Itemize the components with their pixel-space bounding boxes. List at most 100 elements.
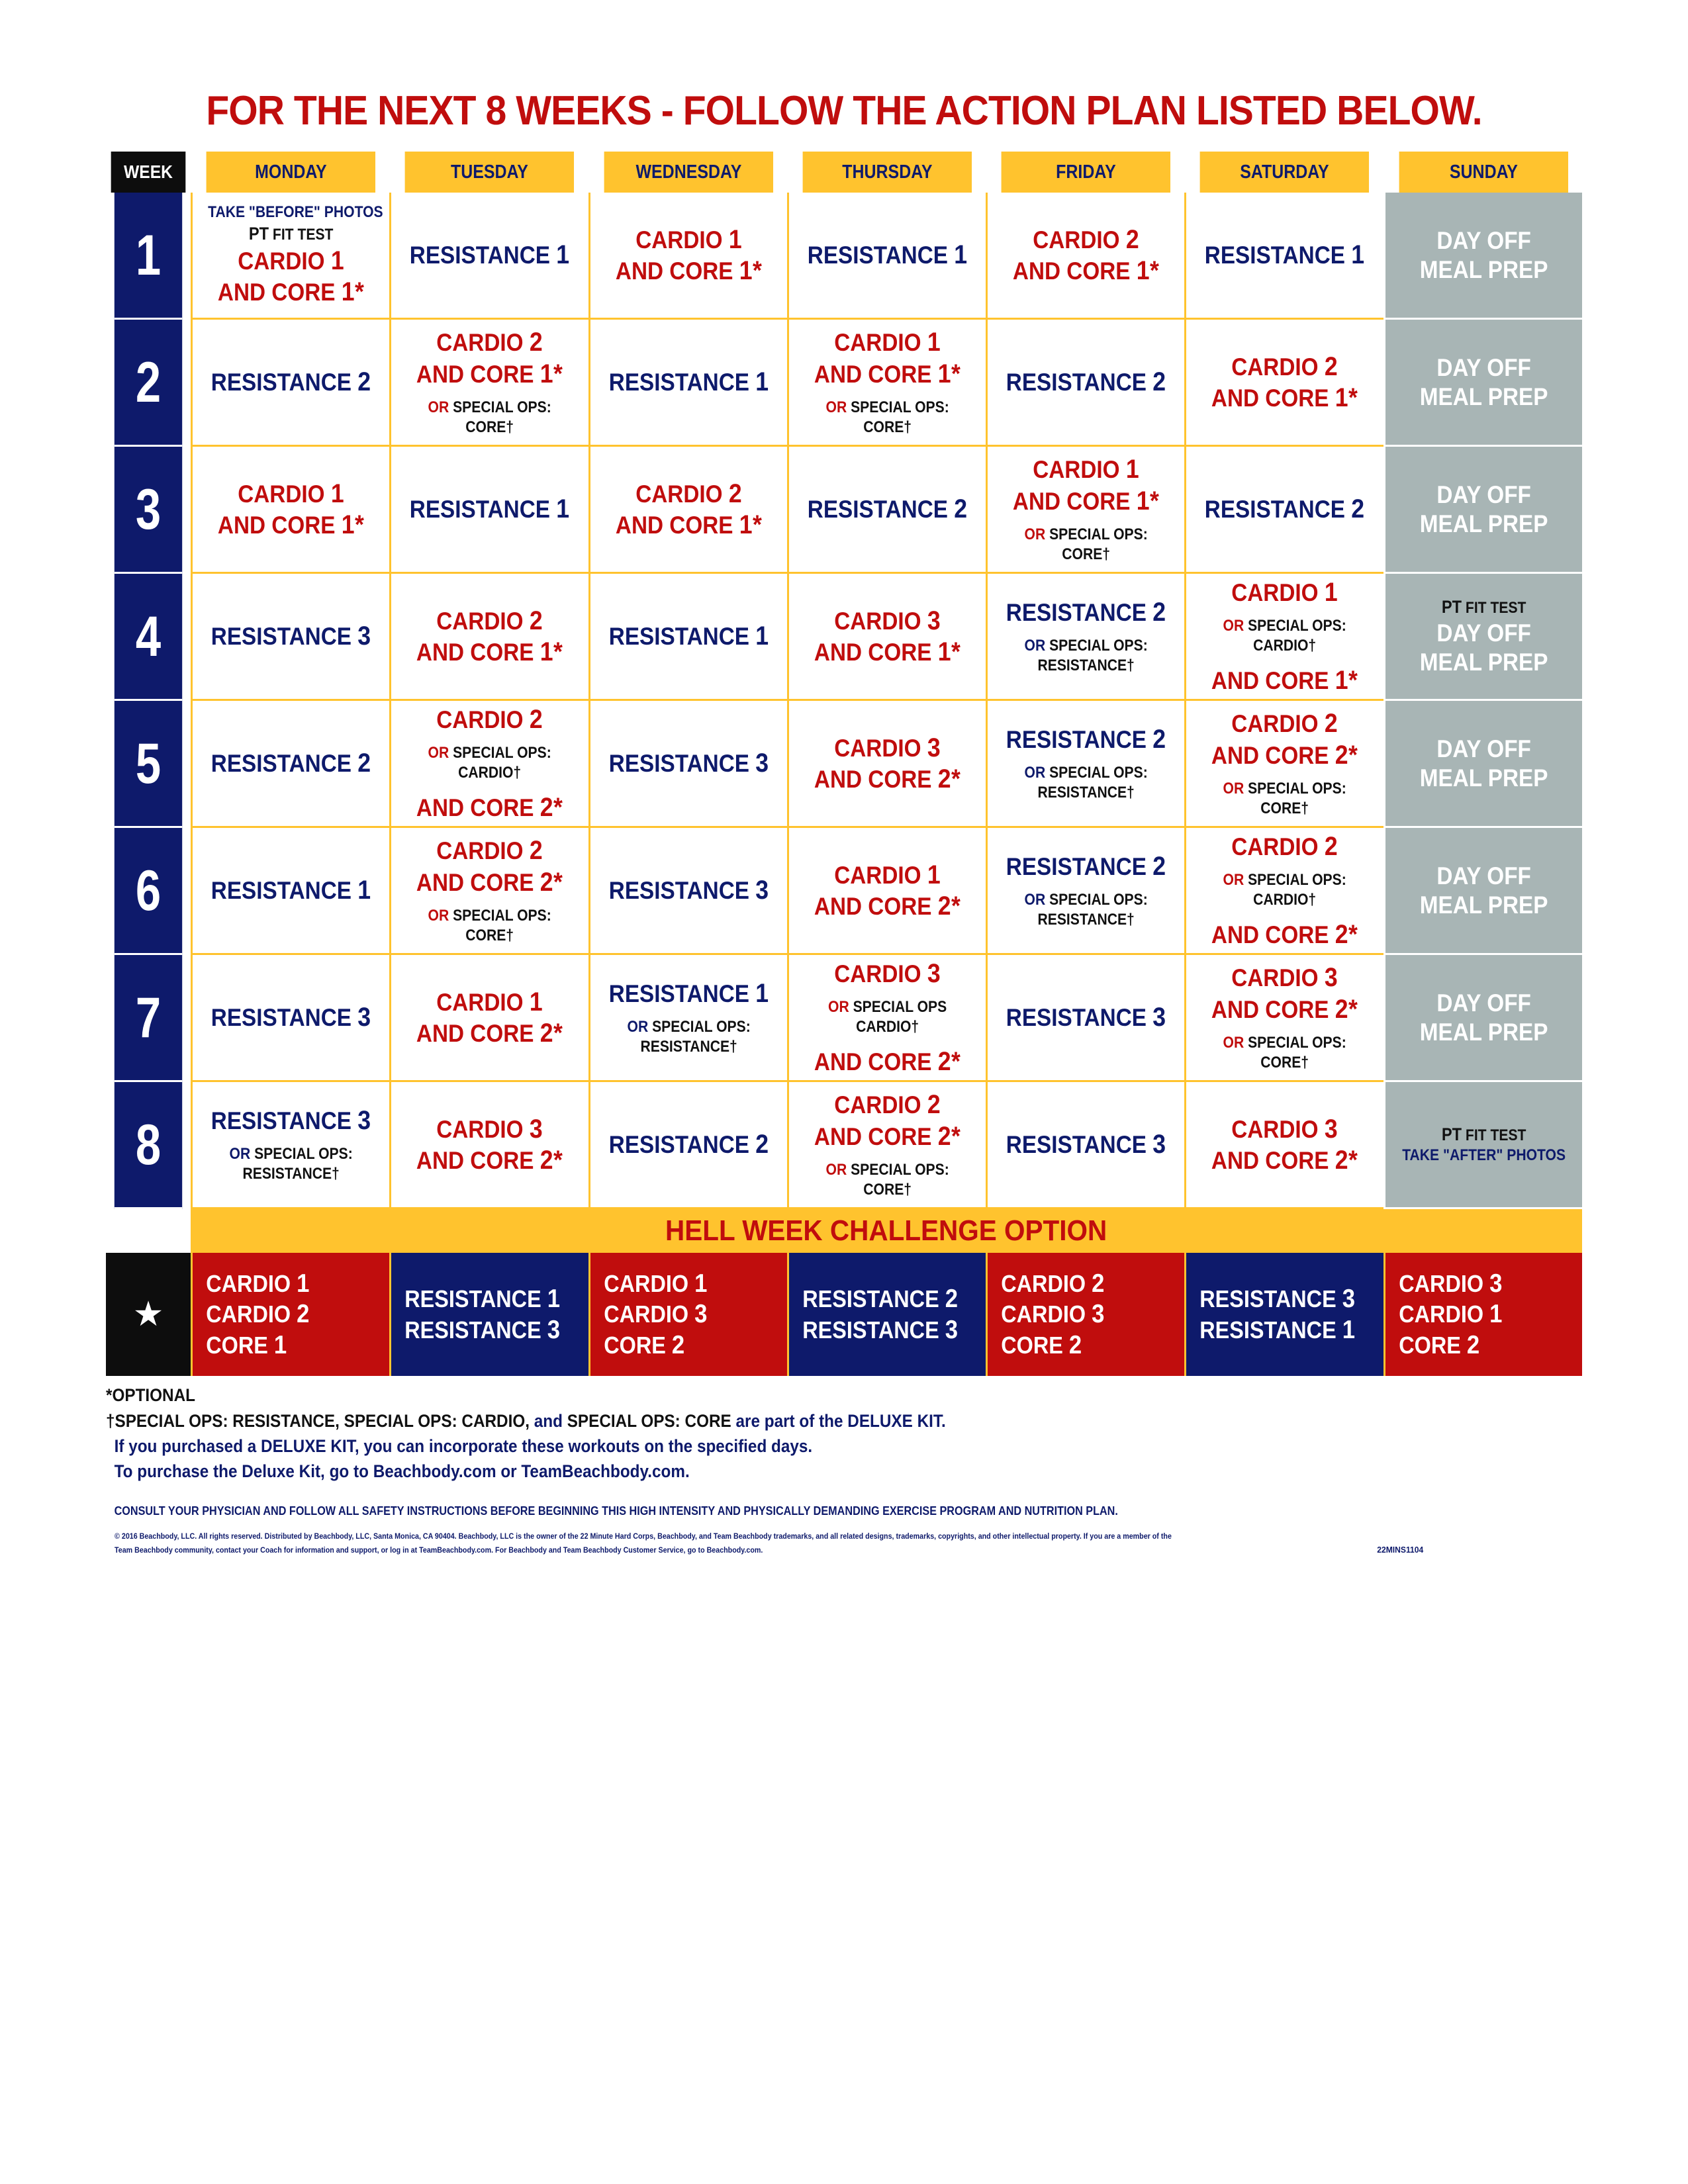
special-ops-label: SPECIAL OPS: — [449, 906, 552, 925]
cell-line: CARDIO† — [855, 1018, 919, 1036]
cell-week6-saturday[interactable]: CARDIO 2 OR SPECIAL OPS: CARDIO† AND CORE 2… — [1184, 828, 1383, 955]
cell-week1-thursday[interactable]: RESISTANCE 1 — [786, 193, 986, 320]
workout-number: 2 — [357, 749, 371, 778]
cell-week7-friday[interactable]: RESISTANCE 3 — [986, 955, 1185, 1082]
cell-week1-monday[interactable]: TAKE "BEFORE" PHOTOS PT FIT TEST CARDIO 1A… — [191, 193, 390, 320]
cell-week7-thursday[interactable]: CARDIO 3 OR SPECIAL OPS CARDIO† AND CORE 2* — [786, 955, 986, 1082]
cell-week5-sunday[interactable]: DAY OFF MEAL PREP — [1383, 701, 1582, 828]
workout-number: 1 — [694, 1269, 708, 1298]
workout-name: AND CORE — [217, 278, 342, 306]
hell-week-cell-thursday[interactable]: RESISTANCE 2 RESISTANCE 3 — [786, 1253, 986, 1376]
workout-number: 3 — [1092, 1300, 1105, 1329]
cell-week7-tuesday[interactable]: CARDIO 1 AND CORE 2* — [389, 955, 588, 1082]
cell-week4-saturday[interactable]: CARDIO 1 OR SPECIAL OPS: CARDIO† AND CORE 1… — [1184, 574, 1383, 701]
cell-week6-sunday[interactable]: DAY OFF MEAL PREP — [1383, 828, 1582, 955]
cell-week5-friday[interactable]: RESISTANCE 2 OR SPECIAL OPS: RESISTANCE† — [986, 701, 1185, 828]
workout-name: RESISTANCE — [608, 750, 755, 778]
cell-week3-friday[interactable]: CARDIO 1 AND CORE 1* OR SPECIAL OPS: CORE† — [986, 447, 1185, 574]
cell-week8-wednesday[interactable]: RESISTANCE 2 — [588, 1082, 787, 1209]
cell-week1-saturday[interactable]: RESISTANCE 1 — [1184, 193, 1383, 320]
hell-week-cell-saturday[interactable]: RESISTANCE 3 RESISTANCE 1 — [1184, 1253, 1383, 1376]
cell-week8-saturday[interactable]: CARDIO 3 AND CORE 2* — [1184, 1082, 1383, 1209]
cell-week7-sunday[interactable]: DAY OFF MEAL PREP — [1383, 955, 1582, 1082]
week-number-8: 8 — [114, 1082, 183, 1209]
cell-week5-thursday[interactable]: CARDIO 3 AND CORE 2* — [786, 701, 986, 828]
cell-week7-saturday[interactable]: CARDIO 3 AND CORE 2* OR SPECIAL OPS: CORE† — [1184, 955, 1383, 1082]
cell-week4-friday[interactable]: RESISTANCE 2 OR SPECIAL OPS: RESISTANCE† — [986, 574, 1185, 701]
cell-week2-friday[interactable]: RESISTANCE 2 — [986, 320, 1185, 447]
cell-week6-friday[interactable]: RESISTANCE 2 OR SPECIAL OPS: RESISTANCE† — [986, 828, 1185, 955]
workout-number: 1 — [1342, 1315, 1356, 1344]
cell-line: RESISTANCE 2 — [802, 494, 972, 523]
cell-week6-thursday[interactable]: CARDIO 1 AND CORE 2* — [786, 828, 986, 955]
cell-line: AND CORE 2* — [802, 1122, 972, 1151]
cell-week3-wednesday[interactable]: CARDIO 2 AND CORE 1* — [588, 447, 787, 574]
cell-week6-tuesday[interactable]: CARDIO 2 AND CORE 2* OR SPECIAL OPS: CORE† — [389, 828, 588, 955]
special-ops-label: SPECIAL OPS — [849, 998, 947, 1017]
cell-week2-sunday[interactable]: DAY OFF MEAL PREP — [1383, 320, 1582, 447]
hell-week-cell-wednesday[interactable]: CARDIO 1 CARDIO 3 CORE 2 — [588, 1253, 787, 1376]
fit-test-label: FIT TEST — [1461, 1126, 1526, 1145]
cell-week1-sunday[interactable]: DAY OFF MEAL PREP — [1383, 193, 1582, 320]
footnote-purchase: To purchase the Deluxe Kit, go to Beachb… — [114, 1461, 690, 1481]
cell-week4-sunday[interactable]: PT FIT TEST DAY OFF MEAL PREP — [1383, 574, 1582, 701]
cell-week3-tuesday[interactable]: RESISTANCE 1 — [389, 447, 588, 574]
workout-name: CARDIO — [1231, 710, 1325, 738]
cell-line: PT FIT TEST — [208, 224, 374, 244]
cell-week7-monday[interactable]: RESISTANCE 3 — [191, 955, 390, 1082]
cell-week4-monday[interactable]: RESISTANCE 3 — [191, 574, 390, 701]
workout-name: AND CORE — [814, 639, 938, 666]
hell-week-cell-tuesday[interactable]: RESISTANCE 1 RESISTANCE 3 — [389, 1253, 588, 1376]
hell-week-cell-sunday[interactable]: CARDIO 3 CARDIO 1 CORE 2 — [1383, 1253, 1582, 1376]
workout-name: CARDIO — [603, 1270, 694, 1298]
cell-week1-friday[interactable]: CARDIO 2 AND CORE 1* — [986, 193, 1185, 320]
workout-name: AND CORE — [416, 639, 541, 666]
cell-week4-thursday[interactable]: CARDIO 3 AND CORE 1* — [786, 574, 986, 701]
cell-week8-tuesday[interactable]: CARDIO 3 AND CORE 2* — [389, 1082, 588, 1209]
cell-week8-thursday[interactable]: CARDIO 2 AND CORE 2* OR SPECIAL OPS: CORE† — [786, 1082, 986, 1209]
cell-week8-monday[interactable]: RESISTANCE 3 OR SPECIAL OPS: RESISTANCE† — [191, 1082, 390, 1209]
or-keyword: OR — [1024, 525, 1046, 543]
workout-number: 2 — [1152, 851, 1166, 881]
cell-week2-tuesday[interactable]: CARDIO 2 AND CORE 1* OR SPECIAL OPS: CORE† — [389, 320, 588, 447]
cell-line: MEAL PREP — [1419, 764, 1548, 792]
cell-week3-saturday[interactable]: RESISTANCE 2 — [1184, 447, 1383, 574]
cell-week3-thursday[interactable]: RESISTANCE 2 — [786, 447, 986, 574]
cell-week4-tuesday[interactable]: CARDIO 2 AND CORE 1* — [389, 574, 588, 701]
cell-week5-saturday[interactable]: CARDIO 2 AND CORE 2* OR SPECIAL OPS: CORE† — [1184, 701, 1383, 828]
cell-week2-saturday[interactable]: CARDIO 2 AND CORE 1* — [1184, 320, 1383, 447]
cell-week5-tuesday[interactable]: CARDIO 2 OR SPECIAL OPS: CARDIO† AND CORE 2… — [389, 701, 588, 828]
cell-week1-tuesday[interactable]: RESISTANCE 1 — [389, 193, 588, 320]
cell-week1-wednesday[interactable]: CARDIO 1 AND CORE 1* — [588, 193, 787, 320]
cell-week6-monday[interactable]: RESISTANCE 1 — [191, 828, 390, 955]
cell-line: CARDIO† — [1253, 891, 1317, 909]
cell-week2-thursday[interactable]: CARDIO 1 AND CORE 1* OR SPECIAL OPS: CORE† — [786, 320, 986, 447]
cell-week3-monday[interactable]: CARDIO 1 AND CORE 1* — [191, 447, 390, 574]
cell-line: RESISTANCE 1 — [604, 621, 774, 651]
hell-week-cell-friday[interactable]: CARDIO 2 CARDIO 3 CORE 2 — [986, 1253, 1185, 1376]
workout-number: 1 — [330, 246, 345, 275]
cell-week4-wednesday[interactable]: RESISTANCE 1 — [588, 574, 787, 701]
cell-week5-monday[interactable]: RESISTANCE 2 — [191, 701, 390, 828]
cell-line: CARDIO 2 — [1200, 709, 1370, 738]
cell-week3-sunday[interactable]: DAY OFF MEAL PREP — [1383, 447, 1582, 574]
hell-week-cell-monday[interactable]: CARDIO 1 CARDIO 2 CORE 1 — [191, 1253, 390, 1376]
workout-number: 2 — [945, 1285, 959, 1314]
cell-week8-friday[interactable]: RESISTANCE 3 — [986, 1082, 1185, 1209]
workout-number: 2* — [937, 1046, 961, 1076]
cell-line: RESISTANCE† — [242, 1165, 340, 1183]
hell-week-workout: RESISTANCE 1 — [405, 1285, 575, 1313]
footnote-deluxe-kit: If you purchased a DELUXE KIT, you can i… — [114, 1436, 813, 1456]
cell-week5-wednesday[interactable]: RESISTANCE 3 — [588, 701, 787, 828]
cell-line: CARDIO 1 — [405, 987, 575, 1017]
workout-name: CARDIO — [1001, 1270, 1092, 1298]
cell-line: AND CORE 2* — [405, 1146, 575, 1175]
cell-week2-wednesday[interactable]: RESISTANCE 1 — [588, 320, 787, 447]
workout-calendar-page: FOR THE NEXT 8 WEEKS - FOLLOW THE ACTION… — [0, 0, 1688, 2184]
workout-name: CARDIO — [436, 329, 530, 357]
cell-line: OR SPECIAL OPS: — [208, 1145, 374, 1163]
cell-week7-wednesday[interactable]: RESISTANCE 1 OR SPECIAL OPS: RESISTANCE† — [588, 955, 787, 1082]
cell-week6-wednesday[interactable]: RESISTANCE 3 — [588, 828, 787, 955]
cell-week2-monday[interactable]: RESISTANCE 2 — [191, 320, 390, 447]
cell-week8-sunday[interactable]: PT FIT TEST TAKE "AFTER" PHOTOS — [1383, 1082, 1582, 1209]
